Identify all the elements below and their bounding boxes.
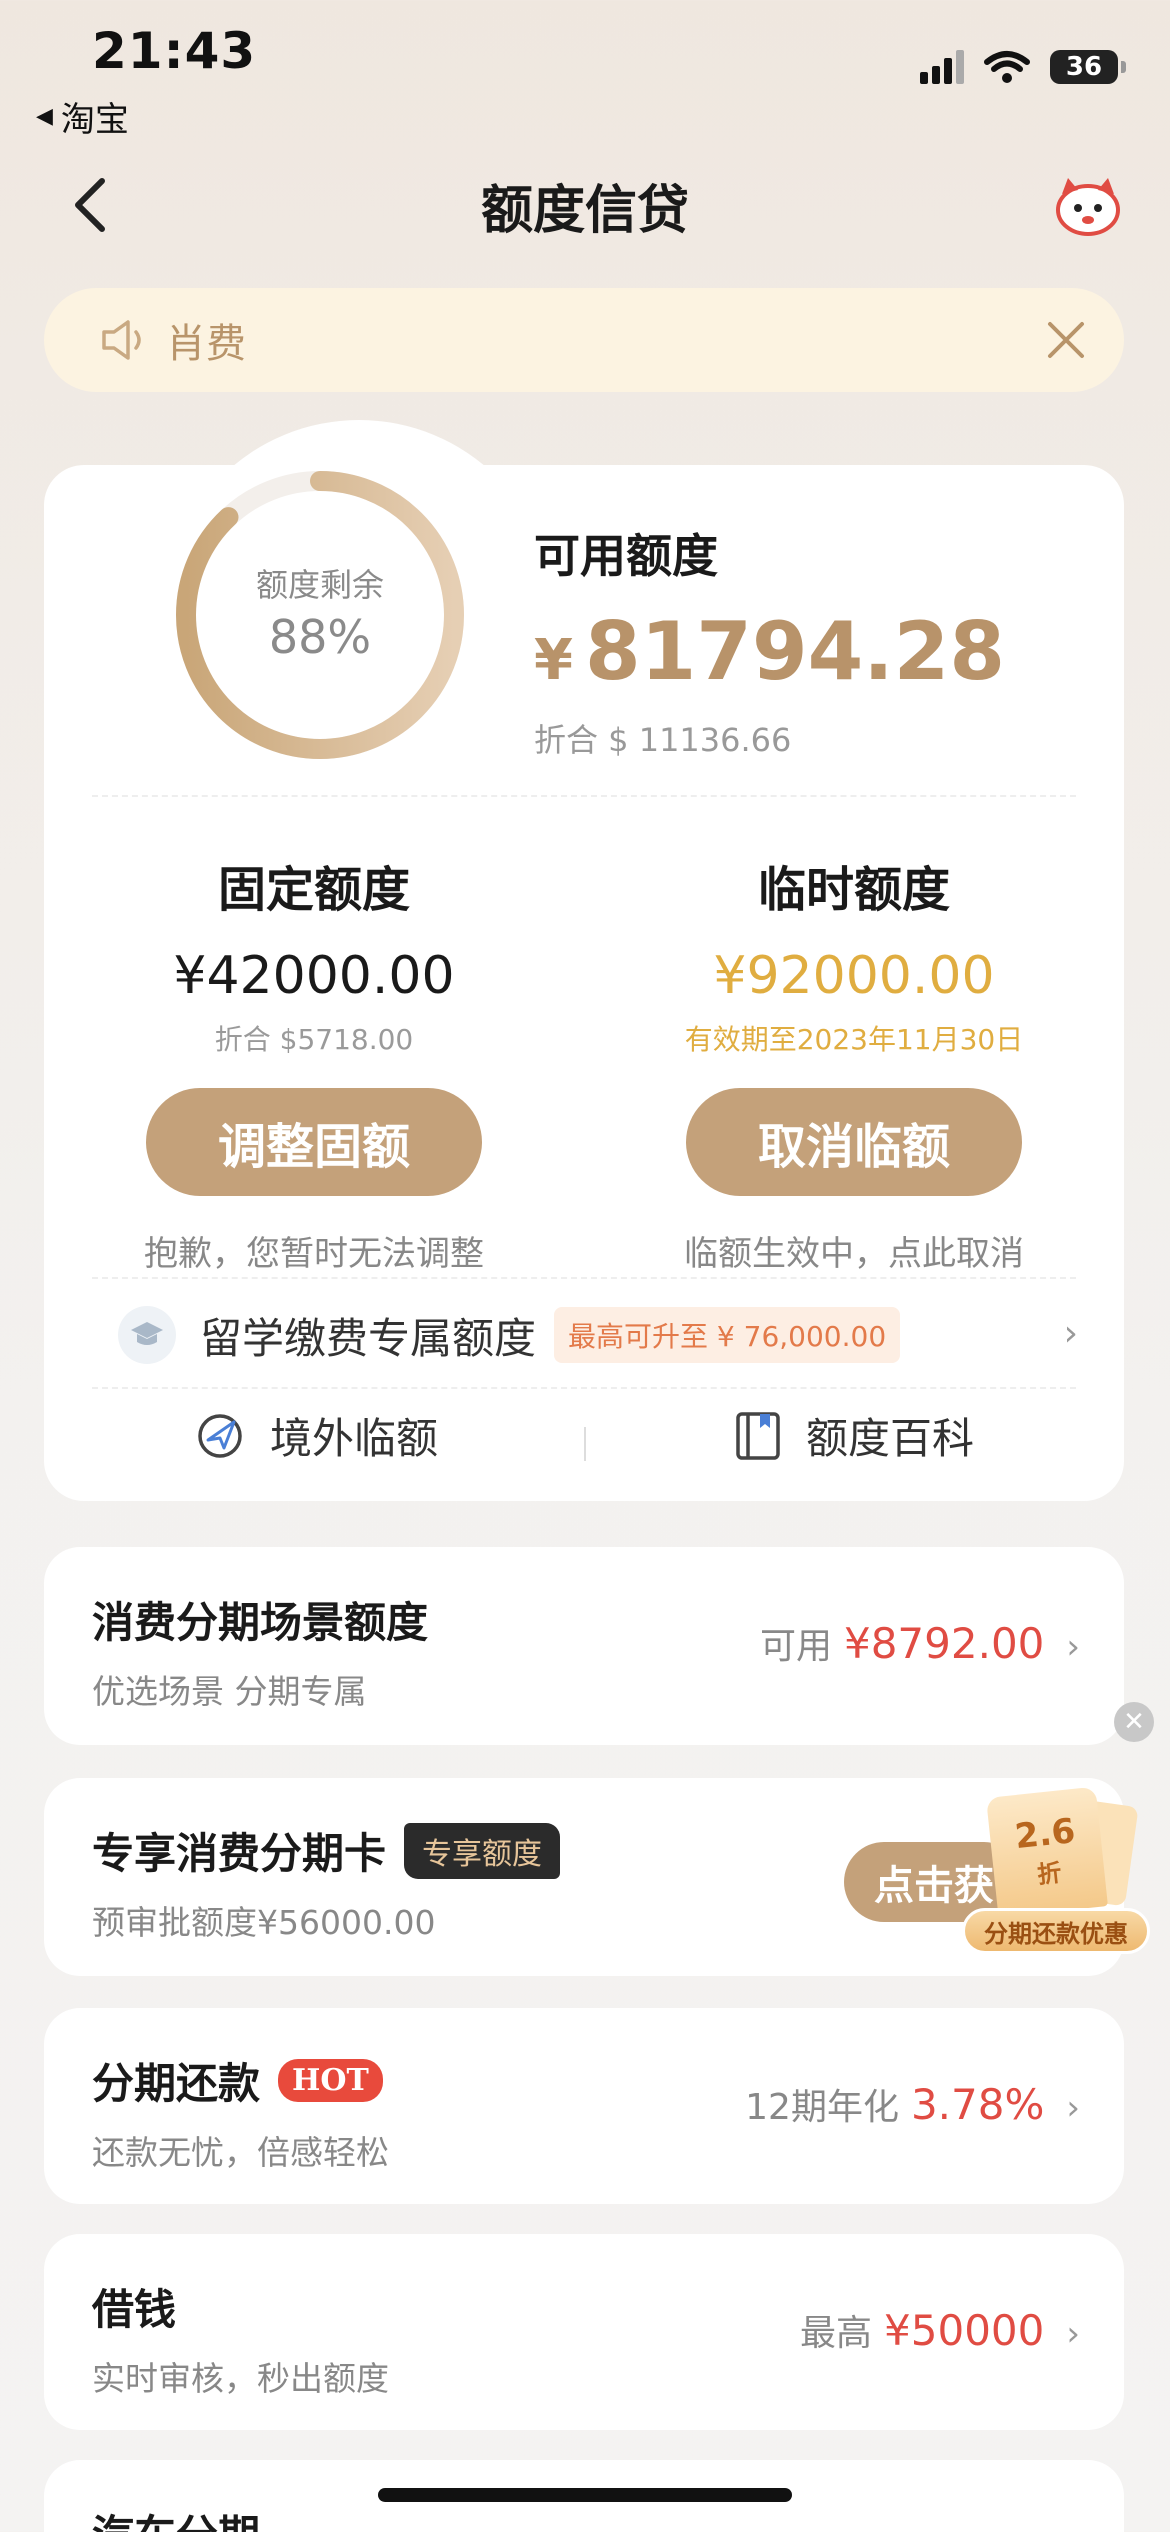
temporary-quota-expiry: 有效期至2023年11月30日 [684,1023,1024,1056]
borrow-money-card[interactable]: 借钱 实时审核，秒出额度 最高 ¥50000 › [44,2234,1124,2430]
fixed-quota-amount: ¥42000.00 [173,946,455,1006]
installment-repayment-title-text: 分期还款 [92,2059,261,2108]
quota-wiki-label: 额度百科 [806,1414,975,1463]
divider [92,1387,1076,1389]
temporary-quota-amount: ¥92000.00 [713,946,995,1006]
signal-icon [920,50,964,84]
borrow-right: 最高 ¥50000 › [800,2304,1080,2356]
back-to-app-link[interactable]: ◀ 淘宝 [36,92,129,141]
fixed-quota-column: 固定额度 ¥42000.00 折合 $5718.00 调整固额 抱歉，您暂时无法… [44,850,584,1275]
study-abroad-badge: 最高可升至 ¥ 76,000.00 [554,1307,901,1363]
plane-globe-icon [198,1413,242,1458]
fixed-quota-note: 抱歉，您暂时无法调整 [144,1234,484,1274]
available-amount-value: 81794.28 [584,605,1006,698]
borrow-sub: 实时审核，秒出额度 [92,2359,389,2398]
overseas-temp-quota-label: 境外临额 [270,1414,439,1463]
vertical-separator [584,1427,586,1461]
ring-percent: 88% [268,610,372,664]
available-quota-usd: 折合 $ 11136.66 [534,721,792,759]
adjust-fixed-quota-button[interactable]: 调整固额 [146,1088,482,1196]
ring-label: 额度剩余 [255,566,384,604]
borrow-max-value: ¥50000 [884,2306,1045,2355]
fixed-quota-usd: 折合 $5718.00 [214,1023,414,1056]
exclusive-card-title-text: 专享消费分期卡 [92,1829,387,1878]
borrow-title: 借钱 [92,2276,176,2337]
mascot-avatar-icon[interactable] [1052,172,1124,238]
study-abroad-label: 留学缴费专属额度 [200,1313,537,1363]
overseas-temp-quota-link[interactable]: 境外临额 [194,1405,438,1466]
quota-card: 额度剩余 88% 可用额度 ¥81794.28 折合 $ 11136.66 固定… [44,420,1124,1501]
promo-ticket: 2.6 折 [986,1786,1108,1918]
divider [92,795,1076,797]
notice-bar[interactable]: 肖费 [44,288,1124,392]
available-quota-label: 可用额度 [534,529,718,583]
installment-rate-label: 12期年化 [745,2087,899,2128]
temporary-quota-column: 临时额度 ¥92000.00 有效期至2023年11月30日 取消临额 临额生效… [584,850,1124,1275]
bottom-links: 境外临额 额度百科 [44,1405,1124,1485]
installment-repayment-right: 12期年化 3.78% › [745,2078,1080,2130]
installment-repayment-title: 分期还款 HOT [92,2050,383,2111]
borrow-title-text: 借钱 [92,2285,177,2334]
back-app-label: 淘宝 [60,100,129,140]
scene-installment-card[interactable]: 消费分期场景额度 优选场景 分期专属 可用 ¥8792.00 › [44,1547,1124,1745]
speaker-icon [102,320,141,360]
scene-installment-right: 可用 ¥8792.00 › [760,1617,1080,1669]
available-quota-amount: ¥81794.28 [534,605,1005,698]
cancel-temporary-quota-button[interactable]: 取消临额 [686,1088,1022,1196]
hot-badge: HOT [278,2059,383,2102]
promo-close-button[interactable]: ✕ [1114,1702,1154,1742]
installment-repayment-card[interactable]: 分期还款 HOT 还款无忧，倍感轻松 12期年化 3.78% › [44,2008,1124,2204]
installment-repay-promo[interactable]: 2.6 折 分期还款优惠 [962,1786,1150,1962]
scene-installment-title: 消费分期场景额度 [92,1589,428,1650]
fixed-quota-title: 固定额度 [217,862,410,918]
exclusive-card-sub: 预审批额度¥56000.00 [92,1903,436,1942]
installment-repayment-sub: 还款无忧，倍感轻松 [92,2133,389,2172]
battery-indicator: 36 [1050,50,1126,84]
temporary-quota-note[interactable]: 临额生效中，点此取消 [584,1226,1124,1275]
back-triangle-icon: ◀ [36,104,53,129]
graduation-cap-icon [118,1306,176,1364]
temporary-quota-title: 临时额度 [757,862,950,918]
chevron-right-icon: › [1066,2314,1080,2354]
wifi-icon [984,51,1030,83]
status-icons: 36 [920,50,1126,84]
car-installment-title: 汽车分期 [92,2502,260,2532]
scene-available-value: ¥8792.00 [843,1619,1045,1668]
book-icon [736,1411,780,1460]
page-title: 额度信贷 [480,181,689,241]
chevron-right-icon: › [1066,1627,1080,1667]
borrow-max-label: 最高 [800,2313,873,2354]
scene-installment-title-text: 消费分期场景额度 [92,1598,429,1647]
quota-wiki-link[interactable]: 额度百科 [734,1405,974,1466]
exclusive-card-title: 专享消费分期卡 专享额度 [92,1820,561,1881]
home-indicator[interactable] [378,2488,792,2502]
close-icon[interactable] [1042,316,1090,364]
chevron-right-icon: › [1066,2088,1080,2128]
scene-available-label: 可用 [759,1626,832,1667]
study-abroad-quota-row[interactable]: 留学缴费专属额度 最高可升至 ¥ 76,000.00 › [118,1303,1078,1367]
car-installment-title-text: 汽车分期 [92,2502,260,2532]
status-time: 21:43 [92,22,257,80]
currency-symbol: ¥ [534,628,573,693]
promo-label: 分期还款优惠 [962,1908,1150,1954]
divider [92,1277,1076,1279]
exclusive-quota-badge: 专享额度 [404,1822,561,1879]
chevron-right-icon: › [1063,1313,1078,1354]
installment-rate-value: 3.78% [910,2080,1045,2129]
notice-text: 肖费 [166,321,246,367]
scene-installment-sub: 优选场景 分期专属 [92,1672,367,1711]
